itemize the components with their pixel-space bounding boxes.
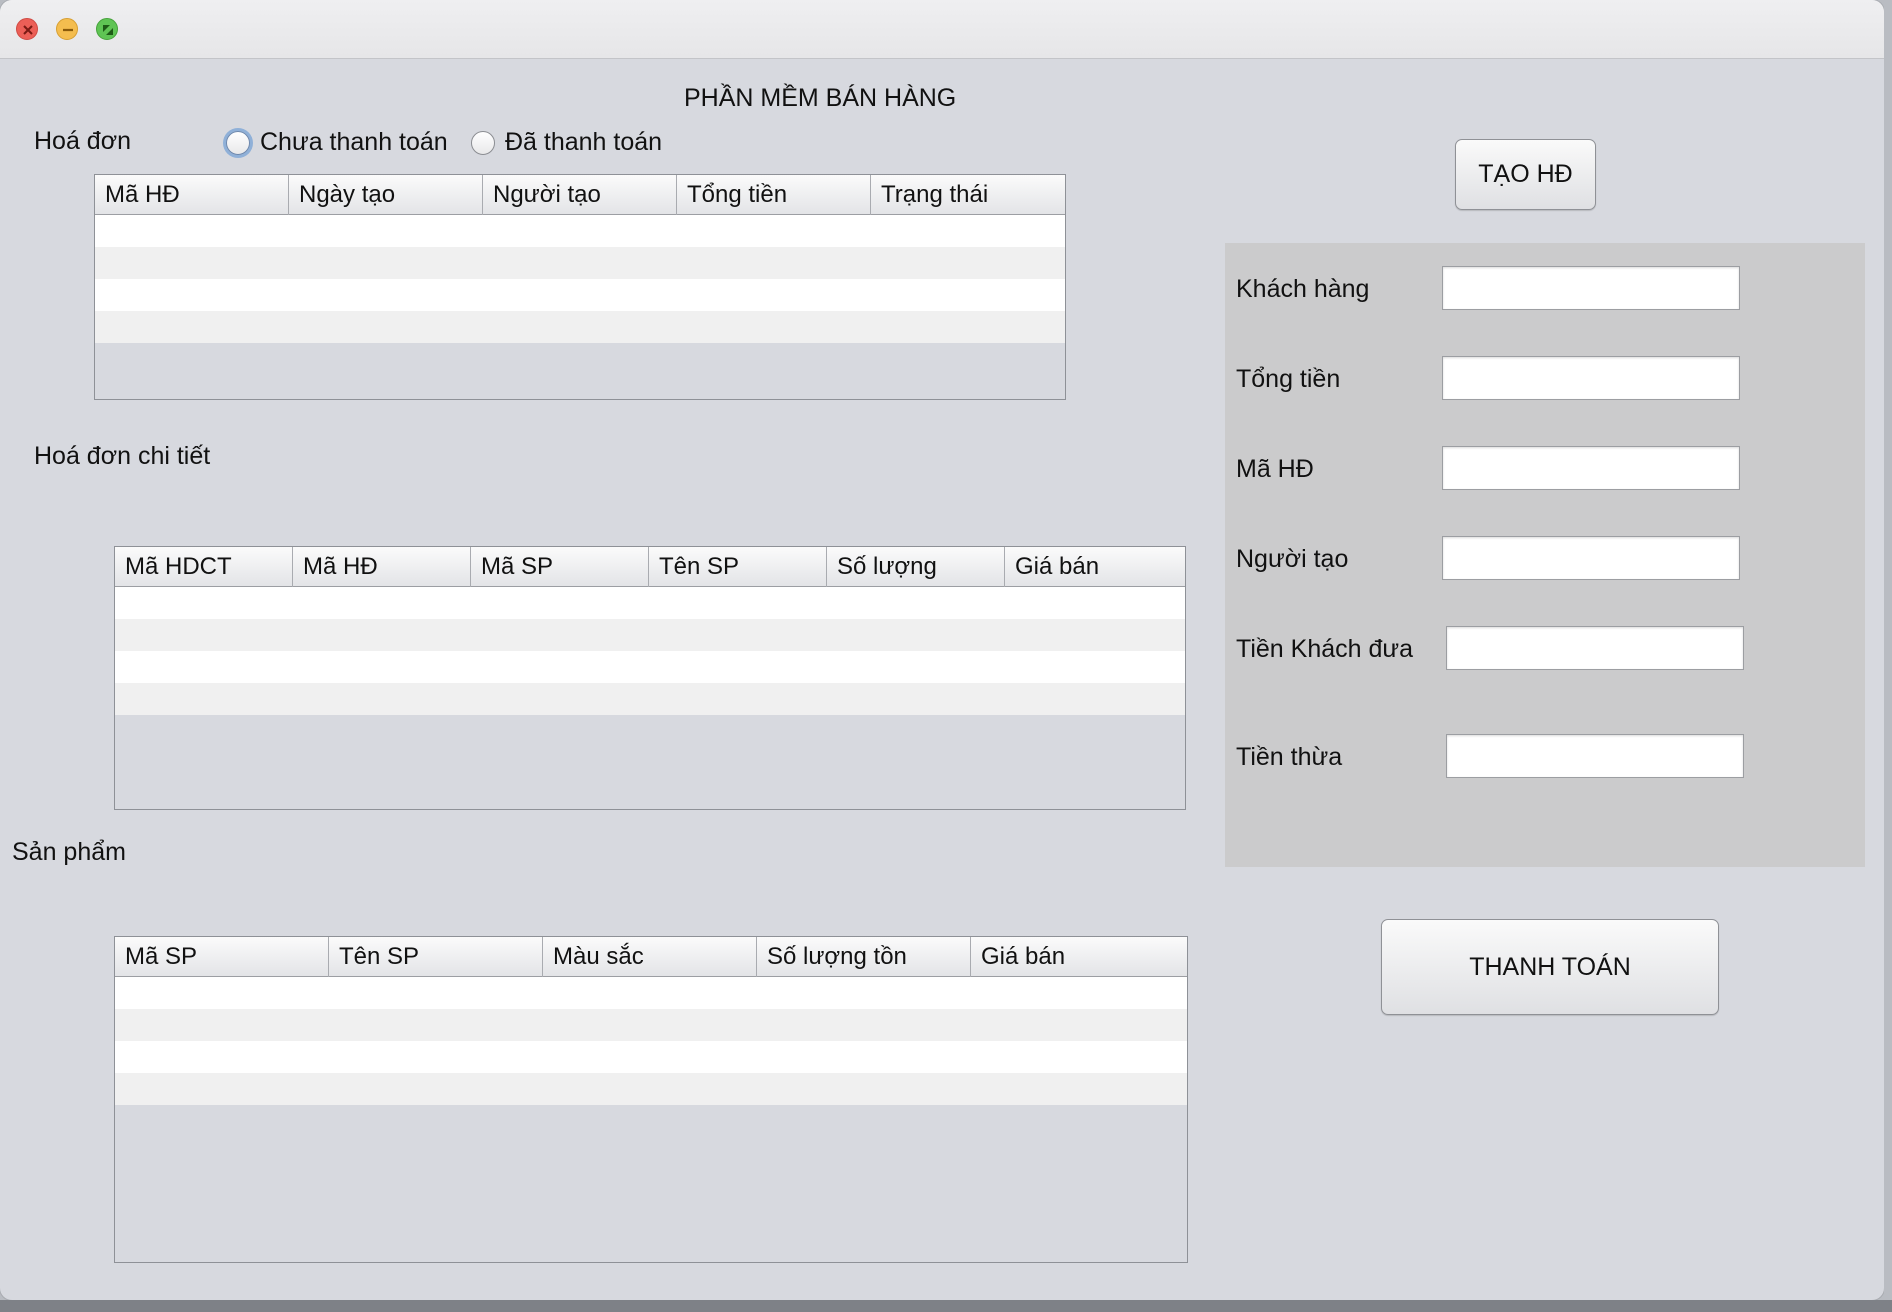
table-row[interactable] <box>95 247 1065 279</box>
column-header[interactable]: Màu sắc <box>543 937 757 977</box>
table-row[interactable] <box>95 279 1065 311</box>
column-header[interactable]: Mã SP <box>115 937 329 977</box>
column-header[interactable]: Mã HDCT <box>115 547 293 587</box>
cash-given-label: Tiền Khách đưa <box>1236 635 1414 663</box>
table-row[interactable] <box>115 619 1185 651</box>
fullscreen-icon <box>103 25 113 35</box>
close-window-button[interactable] <box>16 18 38 40</box>
products-table-header: Mã SP Tên SP Màu sắc Số lượng tồn Giá bá… <box>115 937 1187 977</box>
radio-circle[interactable] <box>226 130 250 155</box>
invoice-detail-table-header: Mã HDCT Mã HĐ Mã SP Tên SP Số lượng Giá … <box>115 547 1185 587</box>
invoice-form-panel: Khách hàng Tổng tiền Mã HĐ Người tạo Tiề… <box>1225 243 1865 867</box>
title-bar <box>0 0 1884 59</box>
invoice-table[interactable]: Mã HĐ Ngày tạo Người tạo Tổng tiền Trạng… <box>94 174 1066 400</box>
minimize-icon <box>63 28 73 32</box>
table-row[interactable] <box>115 651 1185 683</box>
change-field[interactable] <box>1446 734 1744 778</box>
minimize-window-button[interactable] <box>56 18 78 40</box>
column-header[interactable]: Giá bán <box>1005 547 1185 587</box>
table-row[interactable] <box>115 587 1185 619</box>
total-label: Tổng tiền <box>1236 365 1341 393</box>
create-invoice-button[interactable]: TẠO HĐ <box>1455 139 1596 210</box>
table-row[interactable] <box>95 215 1065 247</box>
paid-filter-radio[interactable]: Đã thanh toán <box>471 128 662 157</box>
creator-label: Người tạo <box>1236 545 1349 573</box>
background-window-edge <box>1884 0 1892 1312</box>
invoice-table-header: Mã HĐ Ngày tạo Người tạo Tổng tiền Trạng… <box>95 175 1065 215</box>
table-row[interactable] <box>115 1073 1187 1105</box>
creator-field[interactable] <box>1442 536 1740 580</box>
invoice-detail-table[interactable]: Mã HDCT Mã HĐ Mã SP Tên SP Số lượng Giá … <box>114 546 1186 810</box>
background-window-edge <box>0 1300 1892 1312</box>
column-header[interactable]: Trạng thái <box>871 175 1065 215</box>
column-header[interactable]: Giá bán <box>971 937 1187 977</box>
close-icon <box>23 25 33 35</box>
column-header[interactable]: Tên SP <box>329 937 543 977</box>
column-header[interactable]: Người tạo <box>483 175 677 215</box>
unpaid-filter-radio[interactable]: Chưa thanh toán <box>226 128 448 157</box>
customer-label: Khách hàng <box>1236 275 1370 303</box>
column-header[interactable]: Số lượng <box>827 547 1005 587</box>
change-label: Tiền thừa <box>1236 743 1343 771</box>
table-row[interactable] <box>115 977 1187 1009</box>
maximize-window-button[interactable] <box>96 18 118 40</box>
app-window: PHẦN MỀM BÁN HÀNG Hoá đơn Chưa thanh toá… <box>0 0 1884 1300</box>
invoice-id-label: Mã HĐ <box>1236 455 1314 483</box>
app-title: PHẦN MỀM BÁN HÀNG <box>684 84 957 112</box>
products-section-label: Sản phẩm <box>12 838 126 866</box>
total-field[interactable] <box>1442 356 1740 400</box>
table-row[interactable] <box>115 1009 1187 1041</box>
column-header[interactable]: Mã HĐ <box>95 175 289 215</box>
column-header[interactable]: Số lượng tồn <box>757 937 971 977</box>
invoice-detail-section-label: Hoá đơn chi tiết <box>34 442 211 470</box>
paid-filter-label: Đã thanh toán <box>505 128 663 156</box>
radio-circle[interactable] <box>471 130 495 155</box>
table-row[interactable] <box>95 311 1065 343</box>
cash-given-field[interactable] <box>1446 626 1744 670</box>
customer-field[interactable] <box>1442 266 1740 310</box>
table-row[interactable] <box>115 683 1185 715</box>
products-table[interactable]: Mã SP Tên SP Màu sắc Số lượng tồn Giá bá… <box>114 936 1188 1263</box>
invoice-id-field[interactable] <box>1442 446 1740 490</box>
pay-button[interactable]: THANH TOÁN <box>1381 919 1719 1015</box>
invoice-section-label: Hoá đơn <box>34 127 132 155</box>
column-header[interactable]: Ngày tạo <box>289 175 483 215</box>
unpaid-filter-label: Chưa thanh toán <box>260 128 448 156</box>
column-header[interactable]: Tổng tiền <box>677 175 871 215</box>
table-row[interactable] <box>115 1041 1187 1073</box>
column-header[interactable]: Mã HĐ <box>293 547 471 587</box>
column-header[interactable]: Tên SP <box>649 547 827 587</box>
column-header[interactable]: Mã SP <box>471 547 649 587</box>
